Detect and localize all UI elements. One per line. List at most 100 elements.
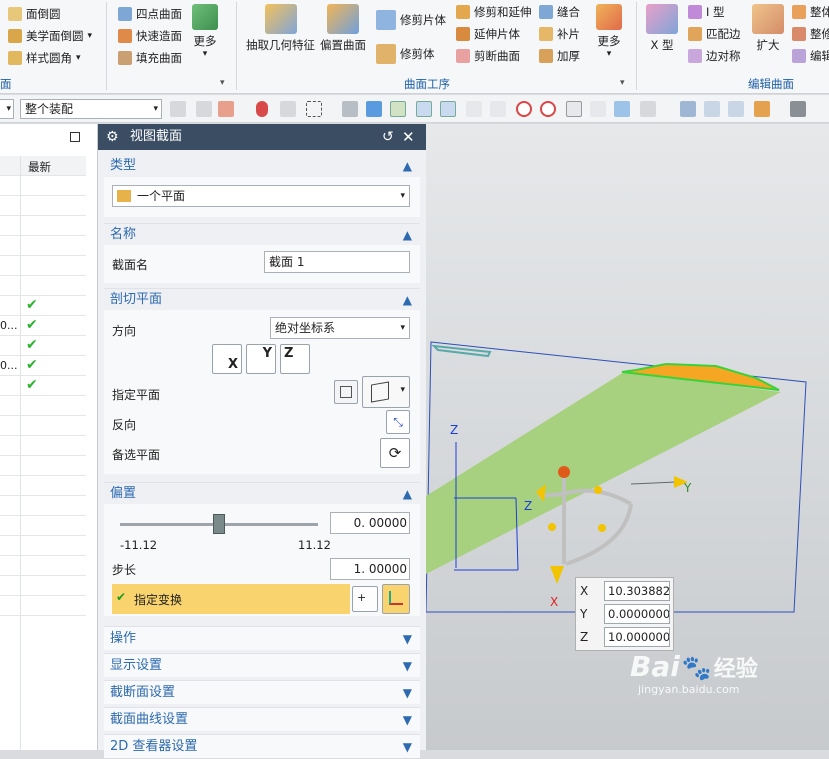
more-button-1[interactable]: 更多 ▾ <box>192 4 218 59</box>
maximize-icon[interactable] <box>70 132 80 142</box>
midpoint-icon[interactable] <box>590 101 606 117</box>
nav-row[interactable] <box>0 536 86 556</box>
rotate-handle-3[interactable] <box>598 524 606 532</box>
direction-dropdown[interactable]: 绝对坐标系 ▾ <box>270 317 410 339</box>
section-name-input[interactable]: 截面 1 <box>264 251 410 273</box>
step-value-input[interactable]: 1. 00000 <box>330 558 410 580</box>
nav-row[interactable] <box>0 456 86 476</box>
thicken-button[interactable]: 加厚 <box>539 46 580 66</box>
nav-row[interactable]: ✔ <box>0 376 86 396</box>
styled-blend-button[interactable]: 样式圆角 ▾ <box>8 48 81 68</box>
filter-icon[interactable] <box>196 101 212 117</box>
move-icon[interactable] <box>280 101 296 117</box>
x-axis-button[interactable]: X <box>212 344 242 374</box>
nav-row[interactable]: ✔ <box>0 296 86 316</box>
fill-surface-button[interactable]: 填充曲面 <box>118 48 182 68</box>
offset-slider-thumb[interactable] <box>213 514 225 534</box>
operations-section-header[interactable]: 操作 ▼ <box>104 626 420 650</box>
selection-icon[interactable] <box>218 101 234 117</box>
nav-row[interactable] <box>0 576 86 596</box>
line-icon[interactable] <box>416 101 432 117</box>
snap-icon[interactable] <box>256 101 268 117</box>
nav-row[interactable] <box>0 496 86 516</box>
type-filter-dropdown[interactable]: ▾ <box>0 99 14 119</box>
nav-row[interactable] <box>0 176 86 196</box>
specify-transform-row[interactable]: ✔ 指定变换 <box>112 584 350 614</box>
expand-group-icon[interactable]: ▾ <box>220 78 225 88</box>
add-transform-button[interactable]: + <box>352 586 378 612</box>
nav-row[interactable] <box>0 556 86 576</box>
refit-button[interactable]: 整修 <box>792 24 829 44</box>
type-dropdown[interactable]: 一个平面 ▾ <box>112 185 410 207</box>
assembly-icon[interactable] <box>170 101 186 117</box>
cut-face-settings-section-header[interactable]: 截断面设置 ▼ <box>104 680 420 704</box>
graphics-viewport[interactable]: Z Z Y X <box>426 124 829 750</box>
point-snap-icon[interactable] <box>390 101 406 117</box>
trim-and-extend-button[interactable]: 修剪和延伸 <box>456 2 532 22</box>
rotate-handle-2[interactable] <box>548 523 556 531</box>
nav-row[interactable] <box>0 396 86 416</box>
patch-button[interactable]: 补片 <box>539 24 580 44</box>
origin-handle[interactable] <box>558 466 570 478</box>
sew-button[interactable]: 缝合 <box>539 2 580 22</box>
zoom-icon[interactable] <box>704 101 720 117</box>
x-shape-button[interactable]: X 型 <box>646 4 678 53</box>
nav-row[interactable] <box>0 216 86 236</box>
trim-body-button[interactable]: 修剪体 <box>376 44 435 64</box>
offset-value-input[interactable]: 0. 00000 <box>330 512 410 534</box>
offset-surface-button[interactable]: 偏置曲面 <box>320 4 366 53</box>
trim-sheet-button[interactable]: 修剪片体 <box>376 10 446 30</box>
section-curve-settings-header[interactable]: 截面曲线设置 ▼ <box>104 707 420 731</box>
nav-row[interactable]: 0... ✔ <box>0 356 86 376</box>
line-icon-2[interactable] <box>440 101 456 117</box>
nav-row[interactable]: 0... ✔ <box>0 316 86 336</box>
extend-sheet-button[interactable]: 延伸片体 <box>456 24 520 44</box>
curve-icon[interactable] <box>466 101 482 117</box>
more-button-2[interactable]: 更多 ▾ <box>596 4 622 59</box>
four-point-surface-button[interactable]: 四点曲面 <box>118 4 182 24</box>
gear-icon[interactable]: ⚙ <box>106 124 119 150</box>
rotate-icon[interactable] <box>728 101 744 117</box>
reverse-direction-button[interactable]: ⤡ <box>386 410 410 434</box>
plane-dialog-button[interactable] <box>334 380 358 404</box>
nav-row[interactable] <box>0 476 86 496</box>
close-icon[interactable]: ✕ <box>402 124 415 150</box>
aesthetic-face-blend-button[interactable]: 美学面倒圆 ▾ <box>8 26 92 46</box>
rotate-handle-1[interactable] <box>594 486 602 494</box>
z-coordinate-input[interactable]: 10.000000 <box>604 627 670 647</box>
face-select-icon[interactable] <box>342 101 358 117</box>
orient-icon[interactable] <box>754 101 770 117</box>
edge-symmetry-button[interactable]: 边对称 <box>688 46 741 66</box>
expand-group-icon[interactable]: ▾ <box>620 78 625 88</box>
i-shape-button[interactable]: I 型 <box>688 2 725 22</box>
body-select-icon[interactable] <box>366 101 382 117</box>
name-section-header[interactable]: 名称 ▲ <box>104 223 420 245</box>
z-axis-button[interactable]: Z <box>280 344 310 374</box>
crosshair-icon[interactable] <box>566 101 582 117</box>
extract-geometry-button[interactable]: 抽取几何特征 <box>246 4 315 53</box>
type-section-header[interactable]: 类型 ▲ <box>104 155 420 177</box>
viewer-2d-settings-header[interactable]: 2D 查看器设置 ▼ <box>104 734 420 758</box>
csys-transform-button[interactable] <box>382 584 410 614</box>
y-axis-button[interactable]: Y <box>246 344 276 374</box>
quadrant-icon[interactable] <box>540 101 556 117</box>
divide-face-button[interactable]: 剪断曲面 <box>456 46 520 66</box>
arc-center-icon[interactable] <box>516 101 532 117</box>
face-blend-button[interactable]: 面倒圆 <box>8 4 61 24</box>
reset-icon[interactable]: ↺ <box>382 124 394 150</box>
rapid-surfacing-button[interactable]: 快速造面 <box>118 26 182 46</box>
nav-row[interactable] <box>0 236 86 256</box>
nav-row[interactable] <box>0 416 86 436</box>
nav-row[interactable] <box>0 596 86 616</box>
rectangle-select-icon[interactable] <box>306 101 322 117</box>
nav-row[interactable] <box>0 196 86 216</box>
nav-row[interactable] <box>0 516 86 536</box>
render-style-icon[interactable] <box>790 101 806 117</box>
view-icon[interactable] <box>614 101 630 117</box>
grid-icon[interactable] <box>640 101 656 117</box>
enlarge-button[interactable]: 扩大 <box>752 4 784 53</box>
camera-icon[interactable] <box>680 101 696 117</box>
global-shaping-button[interactable]: 整体 <box>792 2 829 22</box>
tangent-icon[interactable] <box>490 101 506 117</box>
display-settings-section-header[interactable]: 显示设置 ▼ <box>104 653 420 677</box>
